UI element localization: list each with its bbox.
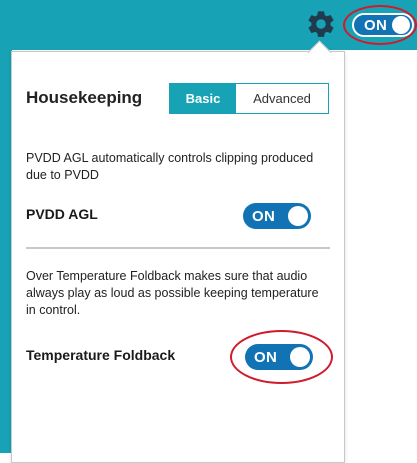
highlight-ring: [230, 330, 333, 384]
pvdd-agl-label: PVDD AGL: [26, 206, 98, 222]
pvdd-agl-toggle[interactable]: ON: [243, 203, 311, 229]
pvdd-agl-toggle-label: ON: [252, 207, 276, 225]
toggle-knob: [288, 206, 308, 226]
temperature-foldback-label: Temperature Foldback: [26, 347, 176, 363]
tab-basic[interactable]: Basic: [170, 84, 236, 113]
temperature-foldback-description: Over Temperature Foldback makes sure tha…: [26, 269, 319, 317]
highlight-ring: [343, 5, 417, 45]
divider: [26, 247, 330, 249]
housekeeping-panel: Housekeeping Basic Advanced PVDD AGL aut…: [11, 51, 345, 463]
pvdd-agl-description: PVDD AGL automatically controls clipping…: [26, 151, 314, 182]
panel-heading: Housekeeping: [26, 88, 143, 107]
mode-tab-group: Basic Advanced: [169, 83, 329, 114]
gear-icon[interactable]: [305, 8, 337, 40]
tab-advanced[interactable]: Advanced: [236, 84, 328, 113]
